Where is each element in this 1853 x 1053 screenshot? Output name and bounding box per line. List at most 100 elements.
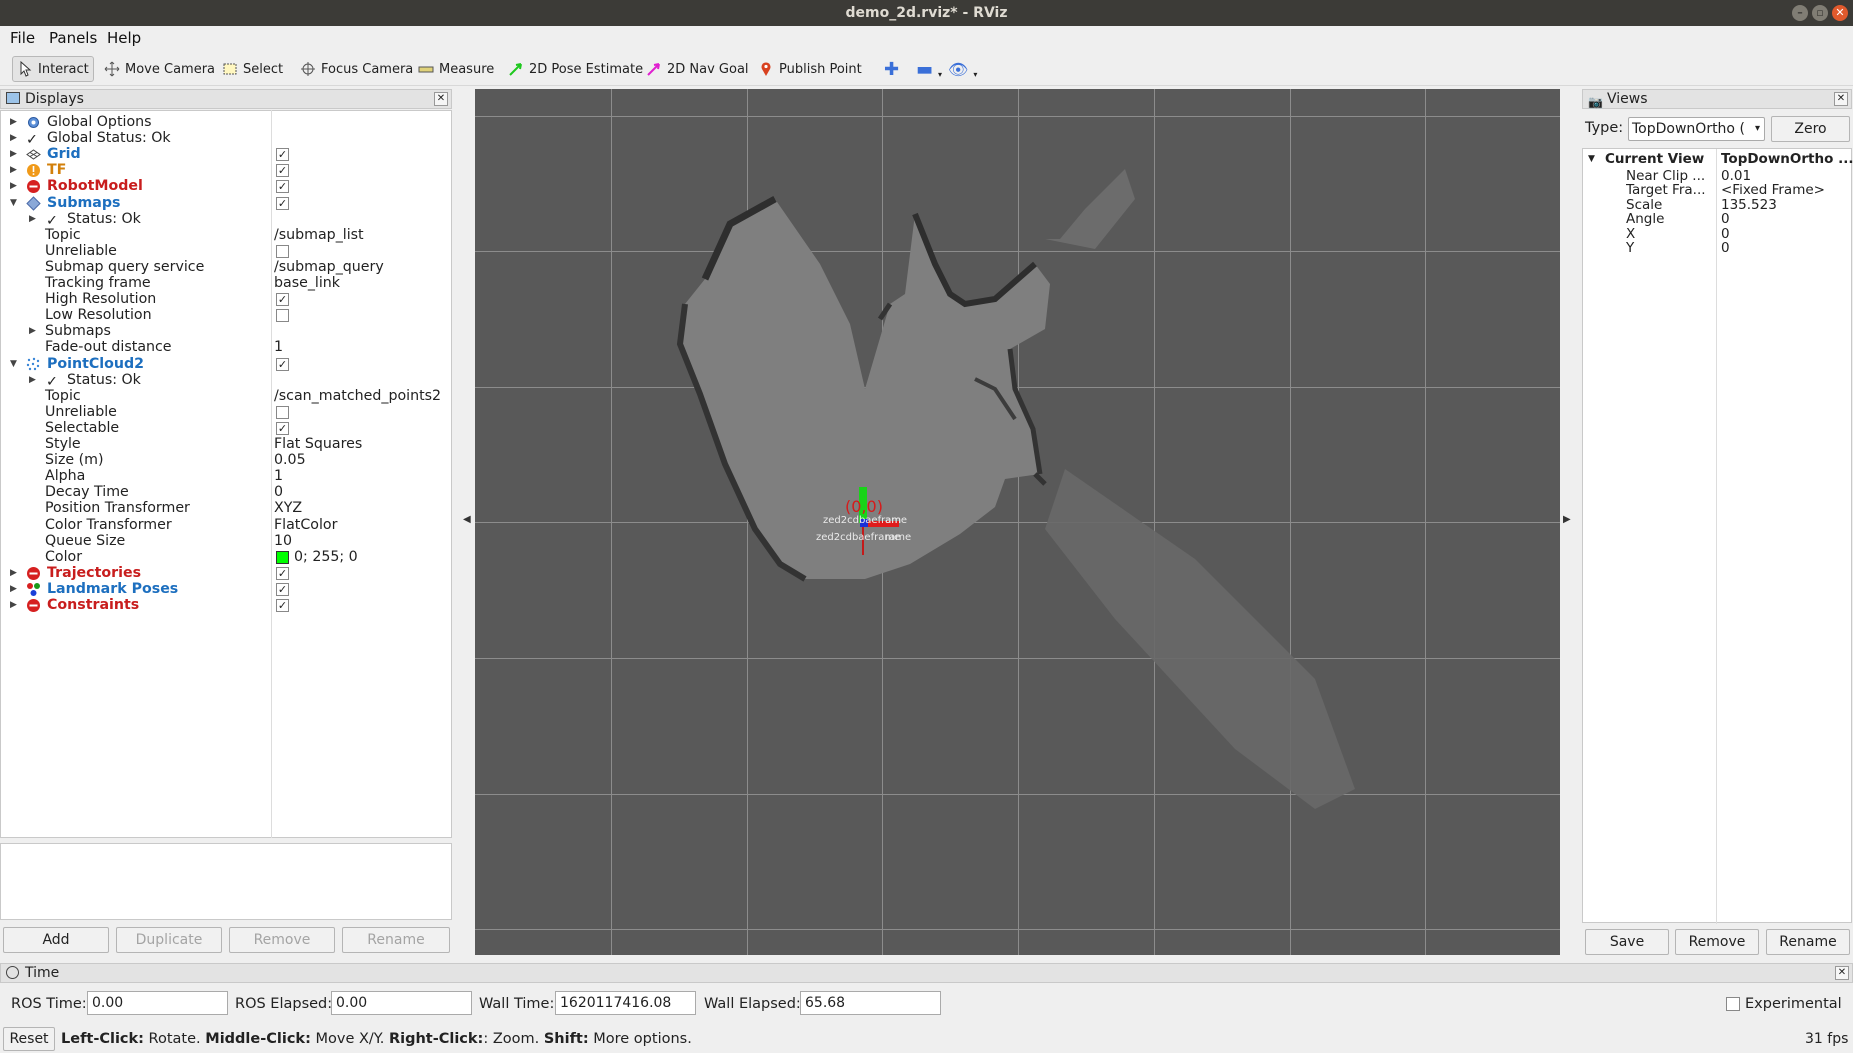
current-view-label: Current View [1605, 151, 1705, 167]
reset-button[interactable]: Reset [3, 1027, 55, 1051]
gear-icon [28, 117, 39, 128]
duplicate-display-button[interactable]: Duplicate [116, 927, 222, 953]
pose-estimate-tool-button[interactable]: 2D Pose Estimate [504, 56, 647, 82]
eye-icon: 👁 [948, 59, 969, 79]
error-icon [27, 566, 40, 580]
rename-view-button[interactable]: Rename [1766, 929, 1850, 955]
move-camera-icon [104, 61, 120, 77]
experimental-checkbox[interactable] [1726, 997, 1740, 1011]
add-tool-button[interactable]: ✚ [880, 56, 903, 82]
pose-estimate-label: 2D Pose Estimate [529, 61, 644, 77]
enable-checkbox[interactable] [276, 309, 289, 323]
remove-display-button[interactable]: Remove [229, 927, 335, 953]
close-icon[interactable]: ✕ [1832, 5, 1848, 21]
3d-viewport[interactable]: (0,0) zed2cdbaefram zed2cdbaeframe ame r… [475, 89, 1560, 955]
enable-checkbox[interactable]: ✓ [276, 196, 289, 210]
menu-help[interactable]: Help [107, 29, 141, 47]
maximize-icon[interactable]: ▫ [1812, 5, 1828, 21]
enable-checkbox[interactable]: ✓ [276, 566, 289, 580]
collapse-left-icon[interactable]: ◀ [463, 514, 471, 525]
camera-icon: 📷 [1588, 95, 1603, 109]
experimental-label: Experimental [1745, 996, 1842, 1012]
wall-time-field[interactable]: 1620117416.08 [555, 991, 696, 1015]
move-camera-tool-button[interactable]: Move Camera [100, 56, 219, 82]
check-icon: ✓ [26, 132, 38, 149]
views-panel-header: 📷 Views ✕ [1582, 89, 1852, 109]
warning-icon [27, 164, 40, 178]
menu-bar: File Panels Help [0, 26, 1853, 52]
remove-view-button[interactable]: Remove [1675, 929, 1759, 955]
save-view-button[interactable]: Save [1585, 929, 1669, 955]
displays-title: Displays [25, 91, 84, 107]
expand-arrow-icon[interactable]: ▶ [10, 596, 17, 615]
grid-icon [26, 149, 41, 160]
close-icon[interactable]: ✕ [1834, 92, 1848, 106]
hint-right-click-key: Right-Click: [388, 1031, 484, 1047]
displays-tree[interactable]: ▶ Global Options ▶ ✓ Global Status: Ok ▶ Grid ✓… [0, 110, 452, 838]
origin-label: (0,0) [845, 497, 883, 516]
hint-middle-click-text: Move X/Y. [310, 1031, 389, 1047]
enable-checkbox[interactable] [276, 244, 289, 258]
displays-panel-header: Displays ✕ [0, 89, 452, 109]
nav-goal-label: 2D Nav Goal [667, 61, 749, 77]
move-camera-label: Move Camera [125, 61, 216, 77]
enable-checkbox[interactable]: ✓ [276, 164, 289, 178]
color-swatch[interactable] [276, 550, 289, 564]
current-view-row[interactable]: ▼ Current View TopDownOrtho ... [1583, 151, 1853, 168]
wall-elapsed-field[interactable]: 65.68 [800, 991, 941, 1015]
hint-middle-click-key: Middle-Click: [205, 1031, 311, 1047]
enable-checkbox[interactable]: ✓ [276, 357, 289, 371]
collapse-right-icon[interactable]: ▶ [1563, 514, 1571, 525]
close-icon[interactable]: ✕ [1835, 966, 1849, 980]
dropdown-arrow-icon: ▾ [1754, 123, 1760, 134]
tf-frame-label-tail: rame [885, 532, 912, 543]
nav-goal-tool-button[interactable]: 2D Nav Goal [642, 56, 753, 82]
point-cloud-icon [26, 357, 40, 370]
views-tree[interactable]: ▼ Current View TopDownOrtho ... Near Cli… [1582, 148, 1853, 924]
monitor-icon [6, 92, 20, 104]
enable-checkbox[interactable]: ✓ [276, 582, 289, 596]
measure-label: Measure [439, 61, 495, 77]
view-property-value[interactable]: 0 [1721, 240, 1849, 257]
rename-display-button[interactable]: Rename [342, 927, 450, 953]
magenta-arrow-icon [647, 63, 660, 76]
menu-panels[interactable]: Panels [49, 29, 97, 47]
view-property-row[interactable]: Y0 [1583, 240, 1851, 257]
enable-checkbox[interactable]: ✓ [276, 421, 289, 435]
select-tool-button[interactable]: Select [218, 56, 287, 82]
view-type-value: TopDownOrtho ( [1632, 121, 1745, 137]
enable-checkbox[interactable]: ✓ [276, 148, 289, 162]
add-display-button[interactable]: Add [3, 927, 109, 953]
map-pin-icon [761, 62, 771, 76]
view-type-dropdown[interactable]: TopDownOrtho ( ▾ [1628, 117, 1765, 141]
interact-tool-button[interactable]: Interact [12, 56, 94, 82]
focus-camera-icon [301, 62, 315, 76]
description-box [0, 843, 452, 920]
publish-point-tool-button[interactable]: Publish Point [754, 56, 866, 82]
column-divider [271, 110, 272, 838]
window-title-bar: demo_2d.rviz* - RViz – ▫ ✕ [0, 0, 1853, 26]
ros-elapsed-field[interactable]: 0.00 [331, 991, 472, 1015]
enable-checkbox[interactable]: ✓ [276, 293, 289, 307]
display-row[interactable]: ▶ Constraints ✓ [1, 596, 451, 615]
hint-right-click-text: : Zoom. [483, 1031, 544, 1047]
close-icon[interactable]: ✕ [434, 92, 448, 106]
view-options-button[interactable]: 👁 ▾ [944, 56, 981, 82]
zero-button[interactable]: Zero [1771, 116, 1850, 142]
minimize-icon[interactable]: – [1792, 5, 1808, 21]
remove-tool-button[interactable]: ▬ ▾ [912, 56, 946, 82]
display-row-label: Constraints [47, 597, 140, 613]
menu-file[interactable]: File [10, 29, 35, 47]
ros-time-field[interactable]: 0.00 [87, 991, 228, 1015]
plus-icon: ✚ [884, 58, 900, 80]
cursor-icon [20, 61, 32, 77]
expand-arrow-icon[interactable]: ▼ [1588, 151, 1595, 168]
clock-icon [6, 966, 19, 979]
enable-checkbox[interactable]: ✓ [276, 180, 289, 194]
enable-checkbox[interactable] [276, 405, 289, 419]
focus-camera-tool-button[interactable]: Focus Camera [296, 56, 417, 82]
check-icon: ✓ [46, 212, 58, 229]
hint-shift-text: More options. [588, 1031, 692, 1047]
enable-checkbox[interactable]: ✓ [276, 599, 289, 612]
measure-tool-button[interactable]: Measure [414, 56, 498, 82]
